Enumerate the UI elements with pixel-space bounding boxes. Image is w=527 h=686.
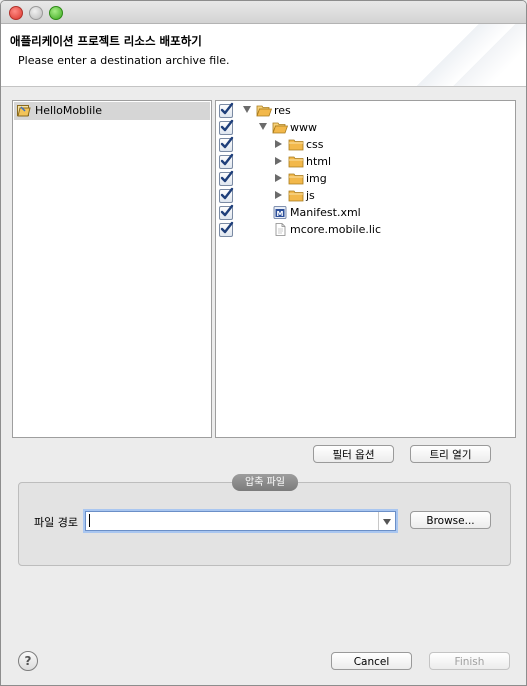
expand-right-icon[interactable]	[275, 191, 282, 199]
project-item-label: HelloMoblile	[35, 104, 103, 117]
tree-checkbox[interactable]	[219, 221, 234, 237]
tree-checkbox[interactable]	[219, 187, 234, 203]
tree-checkbox[interactable]	[219, 153, 234, 169]
folder-open-icon	[256, 104, 273, 117]
project-item-hellomoblile[interactable]: HelloMoblile	[14, 102, 210, 120]
archive-file-group: 압축 파일 파일 경로 Browse...	[18, 474, 511, 566]
tree-row[interactable]: img	[216, 170, 515, 188]
tree-row[interactable]: res	[216, 102, 515, 120]
archive-group-title: 압축 파일	[232, 474, 298, 491]
tree-checkbox[interactable]	[219, 204, 234, 220]
tree-row[interactable]: mcore.mobile.lic	[216, 221, 515, 239]
folder-open-icon	[272, 121, 289, 134]
resource-tree[interactable]: res www css html img js M Manifest.xml mcore.mob…	[215, 100, 516, 438]
tree-item-label: js	[306, 189, 315, 202]
header-banner-graphic	[406, 24, 526, 86]
minimize-window-button[interactable]	[29, 6, 43, 20]
dialog-title: 애플리케이션 프로젝트 리소스 배포하기	[10, 34, 202, 48]
tree-row[interactable]: www	[216, 119, 515, 137]
tree-row[interactable]: css	[216, 136, 515, 154]
tree-checkbox[interactable]	[219, 136, 234, 152]
manifest-file-icon: M	[272, 206, 288, 219]
tree-item-label: www	[290, 121, 317, 134]
file-path-combo[interactable]	[85, 511, 396, 531]
file-path-label: 파일 경로	[34, 516, 78, 529]
file-path-dropdown-button[interactable]	[378, 512, 395, 530]
tree-item-label: html	[306, 155, 332, 168]
dialog-header: 애플리케이션 프로젝트 리소스 배포하기 Please enter a dest…	[1, 24, 526, 87]
tree-row[interactable]: html	[216, 153, 515, 171]
expand-right-icon[interactable]	[275, 140, 282, 148]
project-icon	[17, 105, 31, 117]
tree-checkbox[interactable]	[219, 170, 234, 186]
expand-down-icon[interactable]	[243, 106, 251, 113]
expand-down-icon[interactable]	[259, 123, 267, 130]
tree-item-label: img	[306, 172, 327, 185]
tree-row[interactable]: M Manifest.xml	[216, 204, 515, 222]
tree-item-label: Manifest.xml	[290, 206, 361, 219]
title-bar	[1, 1, 526, 24]
filter-options-button[interactable]: 필터 옵션	[313, 445, 394, 463]
tree-row[interactable]: js	[216, 187, 515, 205]
cancel-button[interactable]: Cancel	[331, 652, 412, 670]
tree-item-label: mcore.mobile.lic	[290, 223, 382, 236]
chevron-down-icon	[383, 519, 391, 525]
folder-icon	[288, 189, 304, 202]
help-icon[interactable]: ?	[18, 651, 38, 671]
project-list[interactable]: HelloMoblile	[12, 100, 212, 438]
tree-item-label: css	[306, 138, 324, 151]
zoom-window-button[interactable]	[49, 6, 63, 20]
export-dialog-window: 애플리케이션 프로젝트 리소스 배포하기 Please enter a dest…	[0, 0, 527, 686]
folder-icon	[288, 138, 304, 151]
folder-icon	[288, 172, 304, 185]
text-caret	[89, 514, 90, 527]
expand-right-icon[interactable]	[275, 174, 282, 182]
svg-text:M: M	[277, 210, 284, 218]
tree-checkbox[interactable]	[219, 102, 234, 118]
tree-item-label: res	[274, 104, 291, 117]
folder-icon	[288, 155, 304, 168]
browse-button[interactable]: Browse...	[410, 511, 491, 529]
dialog-subtitle: Please enter a destination archive file.	[18, 54, 230, 67]
open-tree-button[interactable]: 트리 열기	[410, 445, 491, 463]
close-window-button[interactable]	[9, 6, 23, 20]
expand-right-icon[interactable]	[275, 157, 282, 165]
tree-checkbox[interactable]	[219, 119, 234, 135]
file-icon	[272, 223, 288, 236]
finish-button[interactable]: Finish	[429, 652, 510, 670]
